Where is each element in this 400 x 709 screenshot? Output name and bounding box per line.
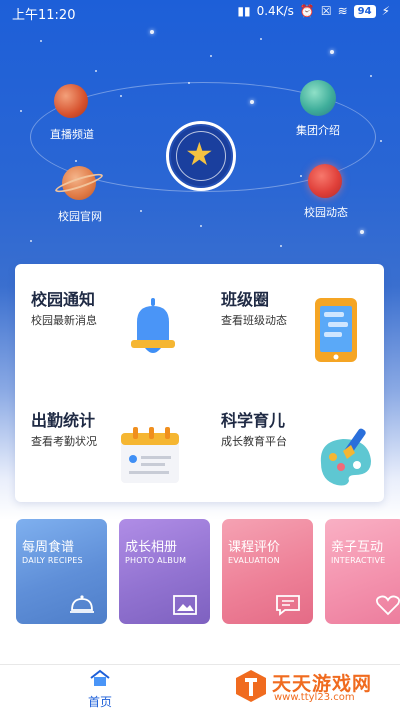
attendance-button[interactable]: 出勤统计 查看考勤状况	[31, 407, 201, 507]
sim-off-icon: ☒	[320, 4, 332, 18]
group-intro-label: 集团介绍	[296, 124, 340, 137]
parenting-title: 科学育儿	[221, 411, 286, 430]
live-channel-button[interactable]: 直播频道	[40, 82, 110, 142]
image-icon	[173, 595, 197, 615]
status-icons: ▮▮ 0.4K/s ⏰ ☒ ≋ 94 ⚡	[237, 4, 390, 18]
photo-album-title: 成长相册	[125, 540, 178, 555]
campus-notice-button[interactable]: 校园通知 校园最新消息	[31, 286, 201, 386]
bell-icon	[131, 298, 175, 353]
palette-icon	[320, 428, 371, 486]
watermark: 天天游戏网 www.ttyl23.com	[228, 666, 398, 706]
course-evaluation-title: 课程评价	[228, 540, 281, 555]
parenting-subtitle: 成长教育平台	[221, 435, 287, 448]
status-bar: 上午11:20 ▮▮ 0.4K/s ⏰ ☒ ≋ 94 ⚡	[0, 0, 400, 24]
signal-icon: ▮▮	[237, 4, 251, 18]
campus-website-label: 校园官网	[58, 210, 102, 223]
network-speed: 0.4K/s	[256, 4, 294, 18]
feature-card: 校园通知 校园最新消息 班级圈 查看班级动态 出勤统计 查看考勤状况 科学育儿 …	[15, 264, 384, 502]
battery-icon: 94	[353, 4, 376, 18]
class-circle-subtitle: 查看班级动态	[221, 314, 287, 327]
parent-child-subtitle: INTERACTIVE	[331, 556, 386, 565]
course-evaluation-subtitle: EVALUATION	[228, 556, 280, 565]
weekly-recipes-tile[interactable]: 每周食谱 DAILY RECIPES	[16, 519, 107, 624]
campus-notice-title: 校园通知	[31, 290, 96, 309]
planet-mars-icon	[308, 164, 342, 198]
status-time: 上午11:20	[12, 8, 76, 23]
weekly-recipes-subtitle: DAILY RECIPES	[22, 556, 83, 565]
photo-album-tile[interactable]: 成长相册 PHOTO ALBUM	[119, 519, 210, 624]
heart-icon	[375, 595, 400, 616]
nav-home-tab[interactable]: 首页	[70, 669, 130, 709]
parenting-button[interactable]: 科学育儿 成长教育平台	[221, 407, 391, 507]
dish-icon	[70, 595, 94, 613]
wifi-icon: ≋	[337, 4, 348, 18]
alarm-off-icon: ⏰	[299, 4, 315, 18]
weekly-recipes-title: 每周食谱	[22, 540, 75, 555]
planet-red-icon	[54, 84, 88, 118]
star-logo-icon: ★	[185, 135, 214, 173]
parent-child-title: 亲子互动	[331, 540, 384, 555]
course-evaluation-tile[interactable]: 课程评价 EVALUATION	[222, 519, 313, 624]
campus-news-label: 校园动态	[304, 206, 348, 219]
comment-icon	[276, 595, 300, 616]
photo-album-subtitle: PHOTO ALBUM	[125, 556, 187, 565]
watermark-logo-icon	[236, 670, 266, 702]
charging-icon: ⚡	[381, 4, 390, 18]
live-channel-label: 直播频道	[50, 128, 94, 141]
group-intro-button[interactable]: 集团介绍	[290, 78, 360, 140]
class-circle-title: 班级圈	[221, 290, 270, 309]
campus-notice-subtitle: 校园最新消息	[31, 314, 97, 327]
home-icon	[90, 669, 110, 686]
campus-website-button[interactable]: 校园官网	[52, 164, 122, 226]
phone-icon	[315, 298, 357, 362]
calendar-icon	[121, 427, 179, 483]
planet-earth-icon	[300, 80, 336, 116]
class-circle-button[interactable]: 班级圈 查看班级动态	[221, 286, 391, 386]
parent-child-tile[interactable]: 亲子互动 INTERACTIVE	[325, 519, 400, 624]
school-logo: ★	[166, 121, 236, 191]
attendance-subtitle: 查看考勤状况	[31, 435, 97, 448]
campus-news-button[interactable]: 校园动态	[298, 160, 368, 222]
attendance-title: 出勤统计	[31, 411, 96, 430]
nav-home-label: 首页	[87, 695, 112, 709]
watermark-url: www.ttyl23.com	[274, 692, 355, 703]
